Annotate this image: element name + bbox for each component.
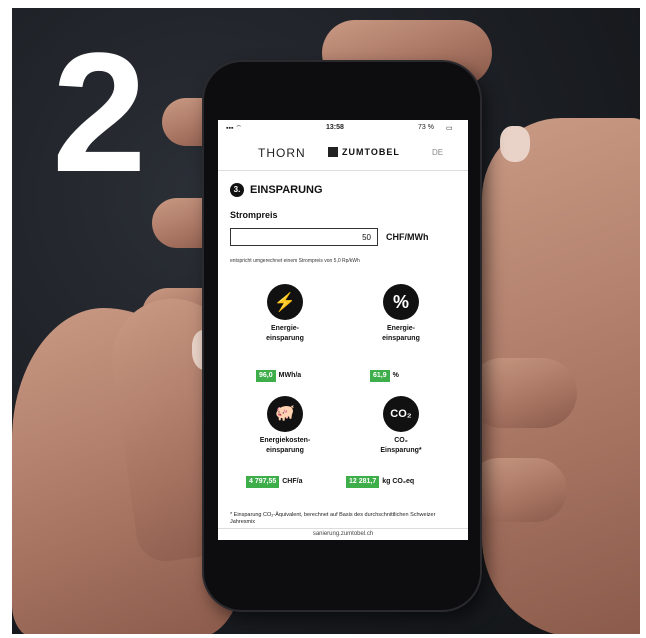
thorn-logo: THORN — [258, 146, 306, 160]
section-title: EINSPARUNG — [250, 184, 323, 196]
brand-header: THORN ZUMTOBEL DE — [218, 146, 468, 166]
value-number: 4 797,55 — [246, 476, 280, 488]
zumtobel-mark-icon — [328, 147, 338, 157]
value-unit: MWh/a — [278, 372, 302, 379]
piggy-bank-icon: 🐖 — [267, 396, 303, 432]
footnote: * Einsparung CO₂-Äquivalent, berechnet a… — [230, 512, 436, 525]
value-unit: CHF/a — [282, 478, 303, 485]
signal-icon: ▪▪▪ ⌔ — [226, 125, 242, 132]
price-input[interactable]: 50 — [230, 228, 378, 246]
photo-frame: 2 ▪▪▪ ⌔ 13:58 73 % ▭ THORN ZUMTOBEL DE 3… — [0, 0, 646, 638]
step-number: 2 — [52, 18, 147, 208]
tile-value-cost: 4 797,55 CHF/a — [246, 476, 302, 488]
value-unit: kg CO₂eq — [382, 478, 415, 485]
tile-label: CO₂ Einsparung* — [380, 437, 422, 454]
language-switch[interactable]: DE — [432, 148, 443, 157]
header-divider — [218, 170, 468, 171]
right-thumb-nail — [500, 126, 530, 162]
tile-value-energy: 96,0 MWh/a — [256, 370, 301, 382]
tile-label: Energiekosten- einsparung — [259, 437, 311, 454]
percent-icon: % — [383, 284, 419, 320]
tile-cost-savings: 🐖 Energiekosten- einsparung — [230, 396, 340, 456]
tile-energy-percent: % Energie- einsparung — [346, 284, 456, 344]
status-bar: ▪▪▪ ⌔ 13:58 73 % ▭ — [218, 120, 468, 134]
price-label: Strompreis — [230, 210, 278, 220]
section-number: 3. — [230, 183, 244, 197]
value-number: 96,0 — [256, 370, 276, 382]
price-unit: CHF/MWh — [386, 232, 429, 242]
right-finger-b — [467, 458, 567, 522]
right-finger-a — [467, 358, 577, 428]
value-number: 12 281,7 — [346, 476, 380, 488]
tile-label: Energie- einsparung — [266, 325, 304, 342]
zumtobel-logo: ZUMTOBEL — [342, 147, 400, 157]
lightning-icon: ⚡ — [267, 284, 303, 320]
status-time: 13:58 — [326, 124, 344, 131]
value-number: 61,9 — [370, 370, 390, 382]
tile-energy-savings: ⚡ Energie- einsparung — [230, 284, 340, 344]
co2-cloud-icon: CO₂ — [383, 396, 419, 432]
tile-value-co2: 12 281,7 kg CO₂eq — [346, 476, 414, 488]
price-note: entspricht umgerechnet einem Strompreis … — [230, 258, 360, 264]
tile-label: Energie- einsparung — [382, 325, 420, 342]
battery-level: 73 % — [418, 124, 434, 131]
url-bar[interactable]: sanierung.zumtobel.ch — [218, 528, 468, 537]
phone-screen: ▪▪▪ ⌔ 13:58 73 % ▭ THORN ZUMTOBEL DE 3. … — [218, 120, 468, 540]
tile-value-percent: 61,9% — [370, 370, 399, 382]
tile-co2-savings: CO₂ CO₂ Einsparung* — [346, 396, 456, 456]
value-unit: % — [392, 372, 399, 379]
battery-icon: ▭ — [446, 125, 453, 132]
